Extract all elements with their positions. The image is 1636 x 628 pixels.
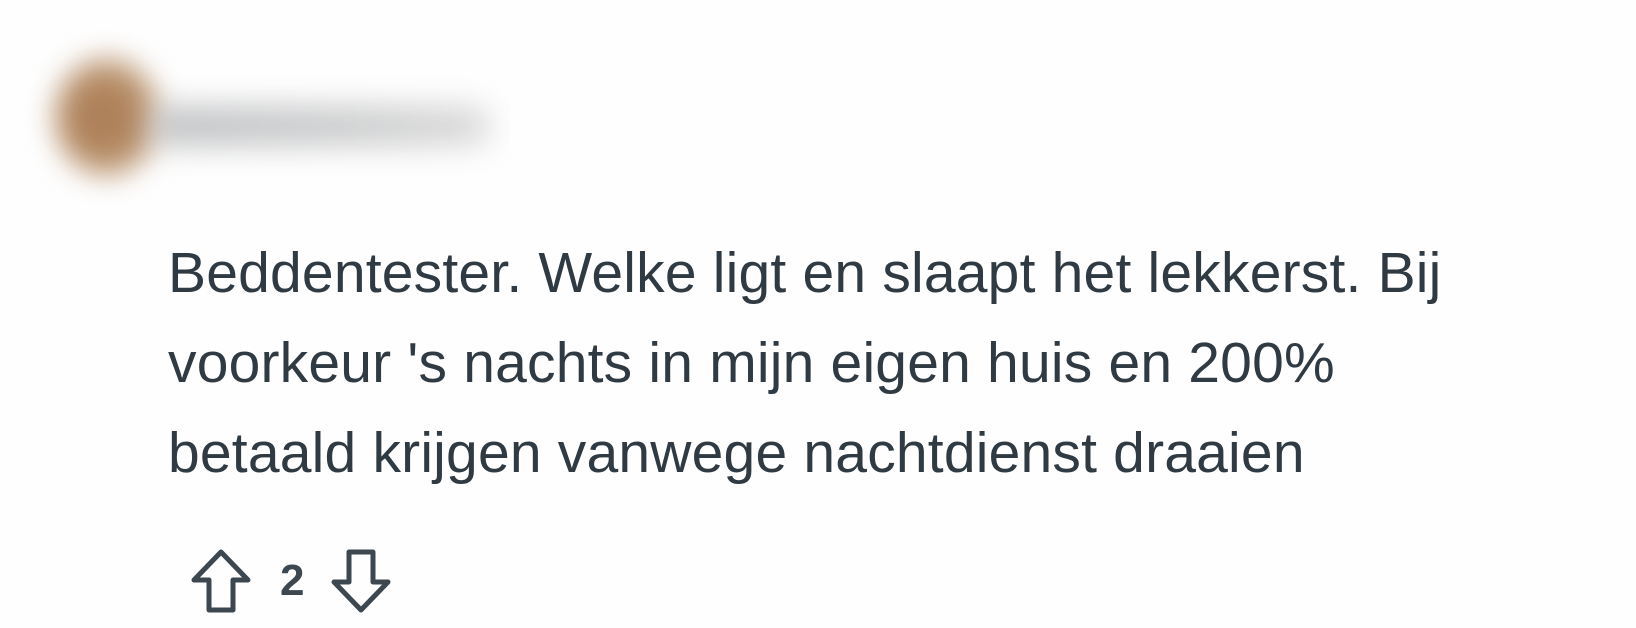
comment-body-line: voorkeur 's nachts in mijn eigen huis en… xyxy=(168,331,1335,395)
arrow-down-outline-icon xyxy=(331,549,391,613)
comment-author-header[interactable] xyxy=(0,10,510,210)
comment-body-line: betaald krijgen vanwege nachtdienst draa… xyxy=(168,421,1305,485)
comment-body: Beddentester. Welke ligt en slaapt het l… xyxy=(168,228,1636,498)
comment-body-line: Beddentester. Welke ligt en slaapt het l… xyxy=(168,241,1442,305)
upvote-button[interactable] xyxy=(186,544,256,618)
vote-bar: 2 xyxy=(186,544,396,618)
downvote-button[interactable] xyxy=(326,544,396,618)
arrow-up-outline-icon xyxy=(191,549,251,613)
comment: Beddentester. Welke ligt en slaapt het l… xyxy=(0,0,1636,628)
avatar[interactable] xyxy=(55,58,159,176)
vote-count: 2 xyxy=(280,556,305,605)
username-redacted[interactable] xyxy=(150,108,490,144)
